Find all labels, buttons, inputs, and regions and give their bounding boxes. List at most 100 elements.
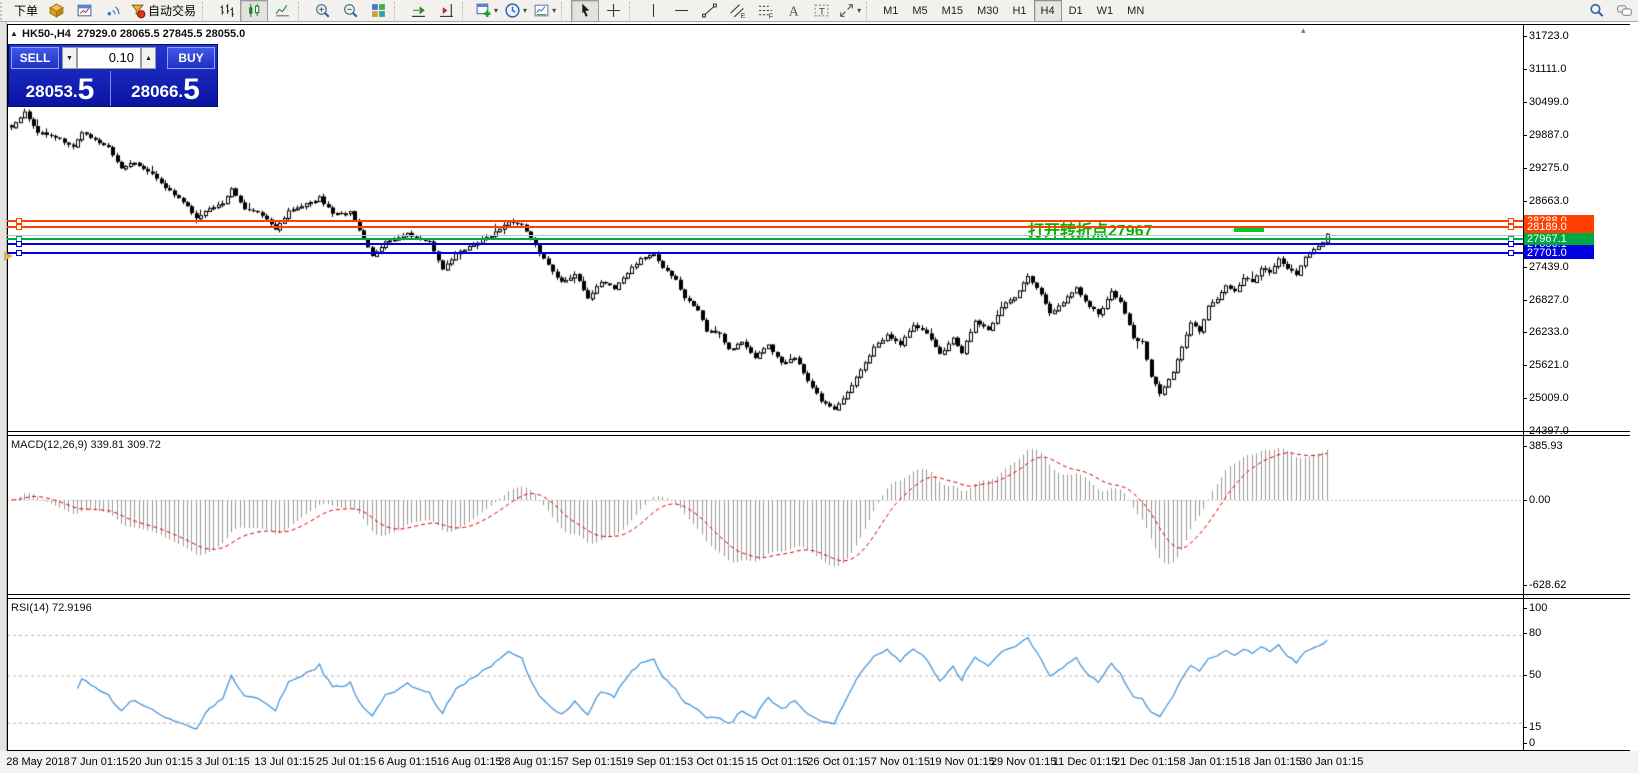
time-axis-label: 26 Oct 01:15 — [807, 756, 870, 768]
dropdown-arrow-icon[interactable]: ▾ — [552, 6, 556, 15]
fibonacci-button[interactable]: F — [751, 0, 779, 22]
level-handle[interactable] — [16, 250, 22, 256]
signals-icon[interactable] — [98, 0, 126, 22]
macd-axis-tick — [1523, 446, 1527, 447]
level-price-badge[interactable]: 27701.0 — [1524, 247, 1594, 259]
chart-window-icon[interactable] — [70, 0, 98, 22]
price-axis-tick — [1523, 102, 1527, 103]
periods-button[interactable]: ▾ — [501, 0, 530, 22]
rsi-axis-label: 0 — [1529, 737, 1535, 749]
tf-h4[interactable]: H4 — [1034, 0, 1062, 22]
price-axis-tick — [1523, 201, 1527, 202]
arrows-button[interactable]: ▾ — [835, 0, 864, 22]
tf-mn[interactable]: MN — [1120, 0, 1151, 22]
level-price-badge[interactable]: 27967.1 — [1524, 233, 1594, 245]
time-axis-label: 25 Jul 01:15 — [316, 756, 376, 768]
crosshair-button[interactable] — [599, 0, 627, 22]
level-handle[interactable] — [1508, 241, 1514, 247]
tf-h1[interactable]: H1 — [1005, 0, 1033, 22]
horizontal-line-button[interactable] — [667, 0, 695, 22]
toolbar-grip[interactable] — [0, 2, 7, 20]
mt4-chart-window: 下单自动交易▾▾▾EFAT▾M1M5M15M30H1H4D1W1MN ▲ HK5… — [0, 0, 1638, 773]
sell-button[interactable]: SELL — [11, 47, 59, 69]
horizontal-level-line[interactable] — [7, 238, 1523, 240]
vline-icon — [645, 2, 662, 19]
time-axis-label: 6 Aug 01:15 — [378, 756, 437, 768]
cursor-icon — [577, 2, 594, 19]
pane-separator-1b[interactable] — [7, 435, 1630, 436]
candlestick-button[interactable] — [240, 0, 268, 22]
horizontal-level-line[interactable] — [7, 243, 1523, 245]
signals-icon — [104, 2, 121, 19]
tf-m30[interactable]: M30 — [970, 0, 1005, 22]
buy-price[interactable]: 28066.5 — [115, 71, 216, 106]
text-button[interactable]: A — [779, 0, 807, 22]
volume-increase-button[interactable]: ▲ — [141, 47, 156, 69]
tf-m1[interactable]: M1 — [876, 0, 905, 22]
level-handle[interactable] — [1508, 224, 1514, 230]
tf-m5[interactable]: M5 — [905, 0, 934, 22]
svg-text:E: E — [740, 13, 745, 19]
rsi-pane-canvas[interactable] — [7, 599, 1523, 749]
green-trend-segment[interactable] — [1234, 227, 1264, 232]
chart-shift-marker-icon[interactable]: ▴ — [1301, 25, 1306, 36]
time-axis-label: 29 Nov 01:15 — [991, 756, 1056, 768]
channel-button[interactable]: E — [723, 0, 751, 22]
level-handle[interactable] — [16, 241, 22, 247]
sell-price[interactable]: 28053.5 — [10, 71, 111, 106]
toolbar: 下单 自动交易 ▾ ▾ ▾ EFA T ▾ M1M5M15M30H1H4D1W1MN — [0, 0, 1638, 22]
trendline-button[interactable] — [695, 0, 723, 22]
newchart-icon — [475, 2, 492, 19]
tf-w1[interactable]: W1 — [1090, 0, 1121, 22]
level-price-badge[interactable]: 28189.0 — [1524, 221, 1594, 233]
tf-m15[interactable]: M15 — [935, 0, 970, 22]
tf-d1[interactable]: D1 — [1062, 0, 1090, 22]
bar-chart-button[interactable] — [212, 0, 240, 22]
tile-windows-button[interactable] — [364, 0, 392, 22]
dropdown-arrow-icon[interactable]: ▾ — [494, 6, 498, 15]
pane-separator-2b[interactable] — [7, 598, 1630, 599]
templates-button[interactable]: ▾ — [530, 0, 559, 22]
search-button[interactable] — [1582, 0, 1610, 22]
time-axis-label: 30 Jan 01:15 — [1300, 756, 1364, 768]
level-handle[interactable] — [1508, 250, 1514, 256]
rsi-axis-tick — [1523, 608, 1527, 609]
market-watch-icon[interactable] — [42, 0, 70, 22]
buy-button[interactable]: BUY — [167, 47, 215, 69]
horizontal-level-line[interactable] — [7, 220, 1523, 222]
time-axis-label: 7 Jun 01:15 — [71, 756, 129, 768]
macd-axis-label: 385.93 — [1529, 440, 1563, 452]
rsi-axis-label: 15 — [1529, 721, 1541, 733]
labelT-icon: T — [813, 2, 830, 19]
label-button[interactable]: T — [807, 0, 835, 22]
horizontal-level-line[interactable] — [7, 252, 1523, 254]
price-axis-tick — [1523, 398, 1527, 399]
time-axis-line — [7, 750, 1630, 751]
macd-pane-canvas[interactable] — [7, 436, 1523, 593]
vertical-line-button[interactable] — [639, 0, 667, 22]
pane-separator-2a[interactable] — [7, 594, 1630, 595]
level-handle[interactable] — [16, 224, 22, 230]
horizontal-level-line[interactable] — [7, 235, 1523, 236]
horizontal-level-line[interactable] — [7, 226, 1523, 228]
svg-text:T: T — [819, 6, 825, 17]
volume-decrease-button[interactable]: ▼ — [62, 47, 77, 69]
cursor-button[interactable] — [571, 0, 599, 22]
line-chart-button[interactable] — [268, 0, 296, 22]
pane-separator-1a[interactable] — [7, 431, 1630, 432]
dropdown-arrow-icon[interactable]: ▾ — [857, 6, 861, 15]
new-chart-button[interactable]: ▾ — [472, 0, 501, 22]
chart-shift-button[interactable] — [432, 0, 460, 22]
chat-icon — [1616, 2, 1633, 19]
new-order-button[interactable]: 下单 — [10, 0, 42, 22]
zoom-in-button[interactable] — [308, 0, 336, 22]
volume-input[interactable]: 0.10 — [77, 47, 141, 69]
buy-price-big-digit: 5 — [183, 75, 200, 105]
candlestick-chart-canvas[interactable] — [7, 25, 1523, 431]
chat-button[interactable] — [1610, 0, 1638, 22]
autotrade-icon — [129, 2, 146, 19]
zoom-out-button[interactable] — [336, 0, 364, 22]
autotrading-button[interactable]: 自动交易 — [126, 0, 200, 22]
dropdown-arrow-icon[interactable]: ▾ — [523, 6, 527, 15]
auto-scroll-button[interactable] — [404, 0, 432, 22]
